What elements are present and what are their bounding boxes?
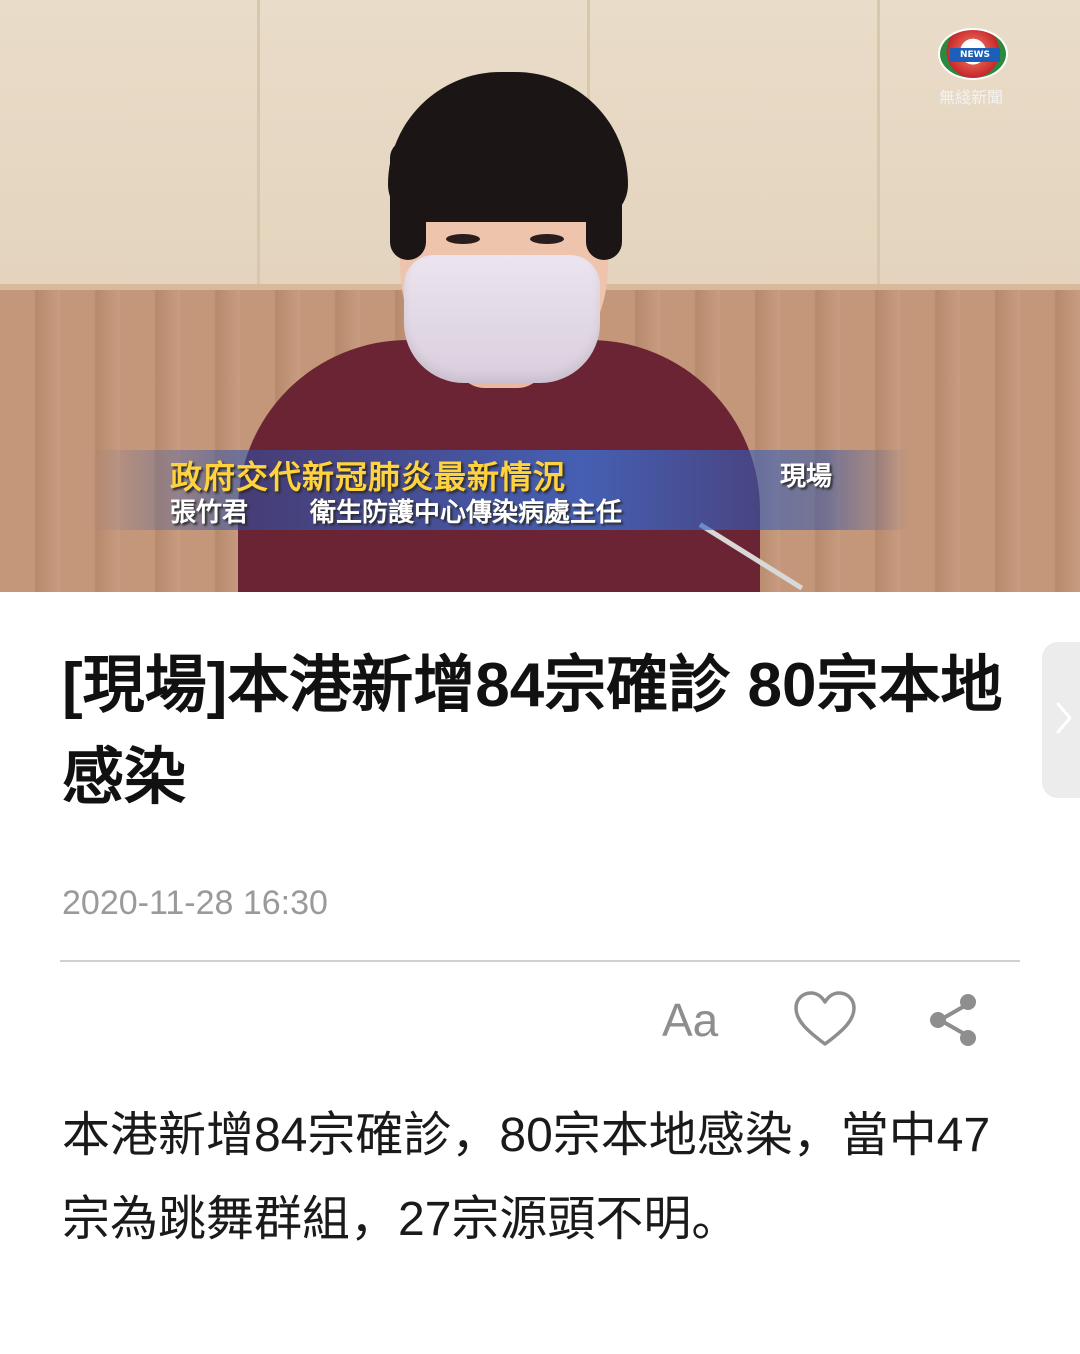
font-size-button[interactable]: Aa [662,990,734,1050]
chevron-right-icon [1056,702,1072,734]
logo-text: 無綫新聞 [938,88,1003,107]
logo-badge-text: NEWS [950,48,1000,62]
speaker-eye [446,234,480,244]
like-button[interactable] [792,990,858,1050]
article-headline: [現場]本港新增84宗確診 80宗本地感染 [62,651,1003,812]
caption-speaker-name: 張竹君 [170,498,249,528]
font-size-icon: Aa [662,994,719,1046]
divider [60,960,1020,962]
tvb-news-logo-icon: NEWS [938,28,1008,80]
speaker-eye [530,234,564,244]
article-timestamp: 2020-11-28 16:30 [62,884,328,922]
wall-panel [0,0,260,290]
share-button[interactable] [926,990,982,1050]
face-mask [404,255,600,383]
article-body: 本港新增84宗確診，80宗本地感染，當中47宗為跳舞群組，27宗源頭不明。 [62,1109,991,1246]
video-thumbnail[interactable]: NEWS 無綫新聞 政府交代新冠肺炎最新情況 現場 張竹君 衛生防護中心傳染病處… [0,0,1080,592]
caption-speaker-role: 衛生防護中心傳染病處主任 [310,498,623,528]
heart-icon [794,991,856,1046]
wall-panel [590,0,880,290]
next-article-button[interactable] [1042,642,1080,798]
caption-tag: 現場 [780,462,833,492]
share-icon [930,994,976,1046]
